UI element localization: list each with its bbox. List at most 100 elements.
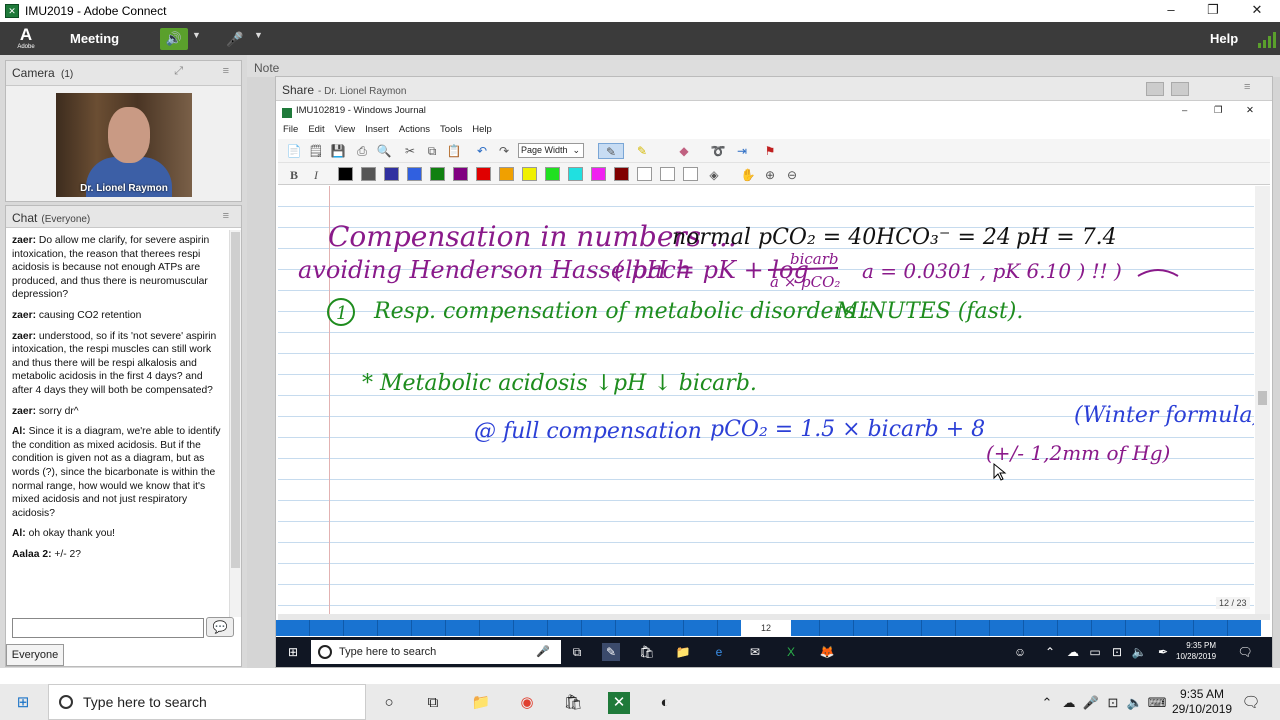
- minimize-button[interactable]: –: [1148, 0, 1194, 22]
- journal-menu-insert[interactable]: Insert: [365, 124, 389, 135]
- close-button[interactable]: ✕: [1234, 0, 1280, 22]
- page-navigation-strip[interactable]: 12: [276, 620, 1261, 636]
- highlighter-icon[interactable]: ✎: [634, 143, 650, 159]
- cut-icon[interactable]: ✂: [402, 143, 418, 159]
- redo-icon[interactable]: ↷: [496, 143, 512, 159]
- pen-settings-icon[interactable]: ◈: [706, 167, 722, 183]
- cortana-icon[interactable]: ○: [378, 692, 400, 714]
- italic-icon[interactable]: I: [308, 167, 324, 183]
- scrollbar-thumb[interactable]: [1258, 391, 1267, 405]
- lasso-icon[interactable]: ➰: [710, 143, 726, 159]
- pen-color-swatch[interactable]: [683, 167, 698, 181]
- recipient-button[interactable]: Everyone: [6, 644, 64, 666]
- paste-icon[interactable]: 📋: [446, 143, 462, 159]
- send-button[interactable]: 💬: [206, 617, 234, 637]
- flag-icon[interactable]: ⚑: [762, 143, 778, 159]
- pen-color-swatch[interactable]: [338, 167, 353, 181]
- journal-menu-file[interactable]: File: [283, 124, 298, 135]
- eraser-icon[interactable]: ◆: [676, 143, 692, 159]
- pen-color-swatch[interactable]: [545, 167, 560, 181]
- help-menu[interactable]: Help: [1210, 31, 1238, 46]
- pen-color-swatch[interactable]: [476, 167, 491, 181]
- fullscreen-icon[interactable]: [1171, 82, 1189, 96]
- input-method-icon[interactable]: ⌨: [1146, 692, 1168, 714]
- journal-menu-actions[interactable]: Actions: [399, 124, 430, 135]
- journal-page[interactable]: Compensation in numbers ... normal pCO₂ …: [278, 186, 1254, 614]
- task-view-icon[interactable]: ⧉: [422, 692, 444, 714]
- pod-menu-icon[interactable]: ≡: [223, 210, 229, 222]
- pen-color-swatch[interactable]: [591, 167, 606, 181]
- windows-start-icon[interactable]: ⊞: [12, 692, 34, 714]
- volume-icon[interactable]: 🔈: [1124, 692, 1146, 714]
- new-page-icon[interactable]: 📄: [286, 143, 302, 159]
- journal-minimize-button[interactable]: –: [1182, 105, 1187, 116]
- microphone-icon[interactable]: 🎤: [222, 28, 248, 50]
- insert-space-icon[interactable]: ⇥: [734, 143, 750, 159]
- copy-icon[interactable]: ⧉: [424, 143, 440, 159]
- speaker-icon[interactable]: 🔊: [160, 28, 188, 50]
- chevron-up-icon[interactable]: ⌃: [1036, 692, 1058, 714]
- journal-vertical-scrollbar[interactable]: [1255, 186, 1270, 614]
- chrome-icon[interactable]: ◉: [516, 692, 538, 714]
- chat-text: Do allow me clarify, for severe aspirin …: [12, 235, 210, 301]
- pen-color-swatch[interactable]: [384, 167, 399, 181]
- pen-color-swatch[interactable]: [499, 167, 514, 181]
- save-icon[interactable]: 💾: [330, 143, 346, 159]
- handwriting-layer: Compensation in numbers ... normal pCO₂ …: [298, 220, 1254, 481]
- new-note-icon[interactable]: 🗒: [308, 143, 324, 159]
- chat-messages: zaer: Do allow me clarify, for severe as…: [6, 232, 228, 617]
- taskbar-search-box[interactable]: Type here to search: [48, 684, 366, 720]
- pan-hand-icon[interactable]: ✋: [740, 167, 756, 183]
- file-explorer-icon[interactable]: 📁: [470, 692, 492, 714]
- network-icon[interactable]: ⊡: [1102, 692, 1124, 714]
- microphone-icon[interactable]: 🎤: [1080, 692, 1102, 714]
- chat-sender: Al:: [12, 528, 26, 540]
- pod-menu-icon[interactable]: ≡: [1244, 81, 1250, 93]
- pen-color-swatch[interactable]: [637, 167, 652, 181]
- meeting-menu[interactable]: Meeting: [70, 31, 119, 46]
- journal-menu-tools[interactable]: Tools: [440, 124, 462, 135]
- pen-tool-icon[interactable]: ✎: [598, 143, 624, 159]
- app-icon[interactable]: ◐: [654, 692, 676, 714]
- pen-color-swatch[interactable]: [522, 167, 537, 181]
- journal-menu-view[interactable]: View: [335, 124, 355, 135]
- zoom-in-icon[interactable]: ⊕: [762, 167, 778, 183]
- zoom-out-icon[interactable]: ⊖: [784, 167, 800, 183]
- presenter-head: [108, 107, 150, 163]
- scrollbar-thumb[interactable]: [231, 232, 240, 568]
- chevron-down-icon[interactable]: ▼: [192, 30, 201, 40]
- maximize-button[interactable]: ❐: [1190, 0, 1236, 22]
- chat-scrollbar[interactable]: [229, 230, 241, 617]
- pen-color-swatch[interactable]: [568, 167, 583, 181]
- journal-app-icon: [282, 108, 292, 118]
- mouse-cursor-icon: [993, 462, 1007, 481]
- pen-color-swatch[interactable]: [361, 167, 376, 181]
- journal-close-button[interactable]: ✕: [1246, 105, 1254, 116]
- find-icon[interactable]: 🔍: [376, 143, 392, 159]
- notification-icon[interactable]: 🗨: [1240, 692, 1262, 714]
- pen-color-swatch[interactable]: [660, 167, 675, 181]
- cloud-icon: ☁: [1067, 645, 1079, 659]
- pen-color-swatch[interactable]: [430, 167, 445, 181]
- fit-width-icon[interactable]: [1146, 82, 1164, 96]
- hw-frac-den: a × pCO₂: [770, 273, 840, 291]
- taskbar-clock[interactable]: 9:35 AM 29/10/2019: [1172, 687, 1232, 717]
- journal-menu-edit[interactable]: Edit: [308, 124, 324, 135]
- bold-icon[interactable]: B: [286, 167, 302, 183]
- zoom-select[interactable]: Page Width ⌄: [518, 143, 584, 158]
- journal-maximize-button[interactable]: ❐: [1214, 105, 1223, 116]
- undo-icon[interactable]: ↶: [474, 143, 490, 159]
- cloud-icon[interactable]: ☁: [1058, 692, 1080, 714]
- pen-color-swatch[interactable]: [614, 167, 629, 181]
- store-icon[interactable]: 🛍: [562, 692, 584, 714]
- pen-color-swatch[interactable]: [453, 167, 468, 181]
- print-icon[interactable]: ⎙: [354, 143, 370, 159]
- pen-color-swatch[interactable]: [407, 167, 422, 181]
- adobe-connect-taskbar-icon[interactable]: ✕: [608, 692, 630, 714]
- chevron-down-icon[interactable]: ▼: [254, 30, 263, 40]
- hw-frac-num: bicarb: [790, 250, 839, 268]
- chat-input[interactable]: [12, 618, 204, 638]
- pod-menu-icon[interactable]: ≡: [223, 65, 229, 77]
- expand-icon[interactable]: ⤢: [174, 65, 183, 78]
- journal-menu-help[interactable]: Help: [472, 124, 492, 135]
